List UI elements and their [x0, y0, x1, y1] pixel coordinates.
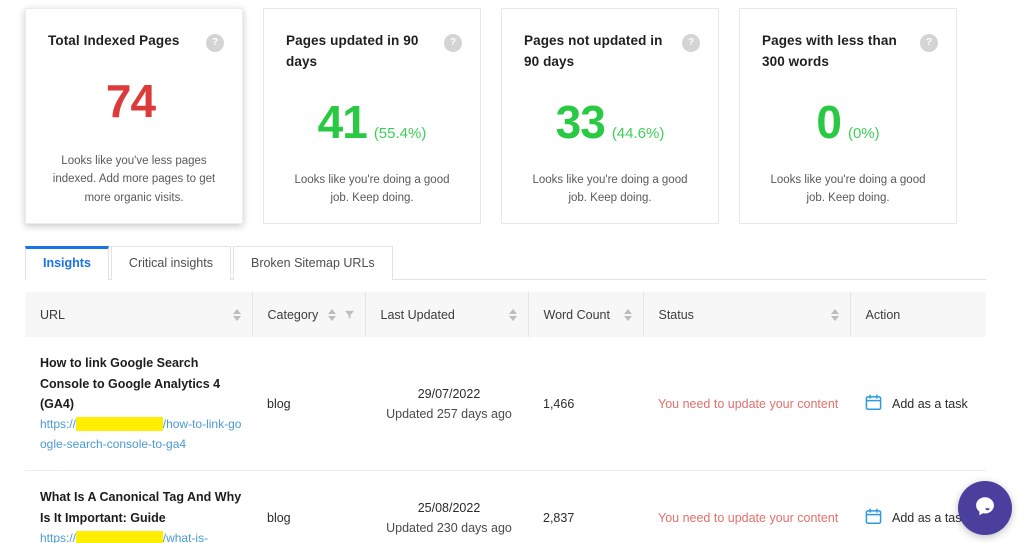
last-updated-relative: Updated 230 days ago	[386, 520, 512, 535]
cell-action: Add as a task	[850, 337, 986, 472]
cell-word-count: 1,466	[528, 337, 643, 472]
cell-status: You need to update your content	[643, 470, 850, 543]
insights-table-container: URL Category Last Updated Word Count Sta…	[25, 292, 986, 543]
kpi-card-title: Total Indexed Pages	[48, 33, 180, 48]
url-suffix: /what-is-	[162, 530, 209, 543]
tab-broken-sitemap-urls[interactable]: Broken Sitemap URLs	[232, 246, 393, 280]
column-header-word-count[interactable]: Word Count	[527, 292, 643, 337]
tab-insights[interactable]: Insights	[25, 246, 109, 280]
kpi-metric: 74	[42, 78, 226, 124]
kpi-metric: 33 (44.6%)	[518, 99, 702, 145]
column-header-category[interactable]: Category	[251, 292, 365, 337]
kpi-note: Looks like you've less pages indexed. Ad…	[52, 154, 216, 204]
cell-last-updated: 29/07/2022 Updated 257 days ago	[365, 337, 528, 472]
help-circle-icon[interactable]: ?	[682, 34, 700, 52]
filter-funnel-icon[interactable]	[344, 309, 355, 320]
table-header-row: URL Category Last Updated Word Count Sta…	[25, 292, 986, 337]
cell-word-count: 2,837	[528, 470, 643, 543]
kpi-value: 41	[317, 95, 368, 148]
column-header-label: Category	[267, 307, 319, 322]
status-badge: You need to update your content	[658, 510, 839, 525]
kpi-card-pages-not-updated-90-days[interactable]: Pages not updated in 90 days ? 33 (44.6%…	[501, 8, 719, 224]
kpi-card-total-indexed-pages[interactable]: Total Indexed Pages ? 74 Looks like you'…	[25, 8, 243, 224]
sort-icon[interactable]	[327, 308, 337, 322]
kpi-percent: (55.4%)	[373, 124, 427, 142]
kpi-note: Looks like you're doing a good job. Keep…	[770, 173, 926, 205]
url-prefix: https://	[40, 530, 77, 543]
kpi-note: Looks like you're doing a good job. Keep…	[294, 173, 450, 205]
cell-category: blog	[252, 337, 365, 472]
insights-tab-bar: Insights Critical insights Broken Sitema…	[25, 246, 986, 280]
table-body: How to link Google Search Console to Goo…	[25, 337, 986, 543]
column-header-status[interactable]: Status	[642, 292, 850, 337]
sort-icon[interactable]	[623, 308, 633, 322]
calendar-icon	[865, 394, 882, 414]
seo-audit-dashboard: Total Indexed Pages ? 74 Looks like you'…	[0, 0, 1024, 543]
url-redacted-segment: mysite.com/blog	[76, 530, 163, 543]
kpi-card-pages-updated-90-days[interactable]: Pages updated in 90 days ? 41 (55.4%) Lo…	[263, 8, 481, 224]
table-header: URL Category Last Updated Word Count Sta…	[25, 292, 986, 337]
column-header-label: Word Count	[543, 307, 610, 322]
last-updated-date: 29/07/2022	[417, 386, 481, 401]
kpi-cards-row: Total Indexed Pages ? 74 Looks like you'…	[0, 0, 1024, 224]
help-circle-icon[interactable]: ?	[444, 34, 462, 52]
kpi-card-title: Pages not updated in 90 days	[524, 33, 663, 69]
column-header-label: URL	[40, 307, 66, 322]
cell-url: How to link Google Search Console to Goo…	[25, 337, 252, 472]
cell-status: You need to update your content	[643, 337, 850, 472]
column-header-last-updated[interactable]: Last Updated	[364, 292, 528, 337]
kpi-metric: 0 (0%)	[756, 99, 940, 145]
url-redacted-segment: mysite.com/blog	[76, 416, 163, 431]
page-url-link[interactable]: https://mysite.com/blog/what-is-	[40, 529, 242, 543]
kpi-card-pages-less-than-300-words[interactable]: Pages with less than 300 words ? 0 (0%) …	[739, 8, 957, 224]
cell-category: blog	[252, 470, 365, 543]
kpi-card-title: Pages updated in 90 days	[286, 33, 419, 69]
add-as-task-label: Add as a task	[892, 510, 968, 525]
page-title: What Is A Canonical Tag And Why Is It Im…	[40, 490, 242, 526]
page-title: How to link Google Search Console to Goo…	[40, 356, 221, 412]
column-header-label: Last Updated	[380, 307, 455, 322]
column-header-label: Status	[658, 307, 694, 322]
status-badge: You need to update your content	[658, 396, 839, 411]
add-as-task-label: Add as a task	[892, 396, 968, 411]
column-header-url[interactable]: URL	[25, 292, 252, 337]
kpi-value: 0	[816, 95, 842, 148]
sort-icon[interactable]	[508, 308, 518, 322]
help-circle-icon[interactable]: ?	[920, 34, 938, 52]
kpi-note: Looks like you're doing a good job. Keep…	[532, 173, 688, 205]
kpi-value: 33	[555, 95, 606, 148]
kpi-metric: 41 (55.4%)	[280, 99, 464, 145]
sort-icon[interactable]	[232, 308, 242, 322]
cell-last-updated: 25/08/2022 Updated 230 days ago	[365, 470, 528, 543]
cell-url: What Is A Canonical Tag And Why Is It Im…	[25, 470, 252, 543]
calendar-icon	[865, 508, 882, 528]
page-url-link[interactable]: https://mysite.com/blog/how-to-link-goog…	[40, 415, 242, 455]
kpi-card-title: Pages with less than 300 words	[762, 33, 897, 69]
sort-icon[interactable]	[830, 308, 840, 322]
kpi-percent: (0%)	[847, 124, 880, 142]
kpi-value: 74	[105, 74, 156, 127]
column-header-action: Action	[849, 292, 986, 337]
insights-table: URL Category Last Updated Word Count Sta…	[25, 292, 986, 543]
chat-widget-button[interactable]	[958, 481, 1012, 535]
tab-critical-insights[interactable]: Critical insights	[110, 246, 231, 280]
last-updated-date: 25/08/2022	[417, 500, 481, 515]
add-as-task-button[interactable]: Add as a task	[865, 394, 976, 414]
chat-bubble-icon	[971, 492, 999, 525]
table-row[interactable]: How to link Google Search Console to Goo…	[25, 337, 986, 472]
last-updated-relative: Updated 257 days ago	[386, 406, 512, 421]
table-row[interactable]: What Is A Canonical Tag And Why Is It Im…	[25, 470, 986, 543]
kpi-percent: (44.6%)	[611, 124, 665, 142]
column-header-label: Action	[865, 307, 901, 322]
help-circle-icon[interactable]: ?	[206, 34, 224, 52]
url-prefix: https://	[40, 416, 77, 431]
